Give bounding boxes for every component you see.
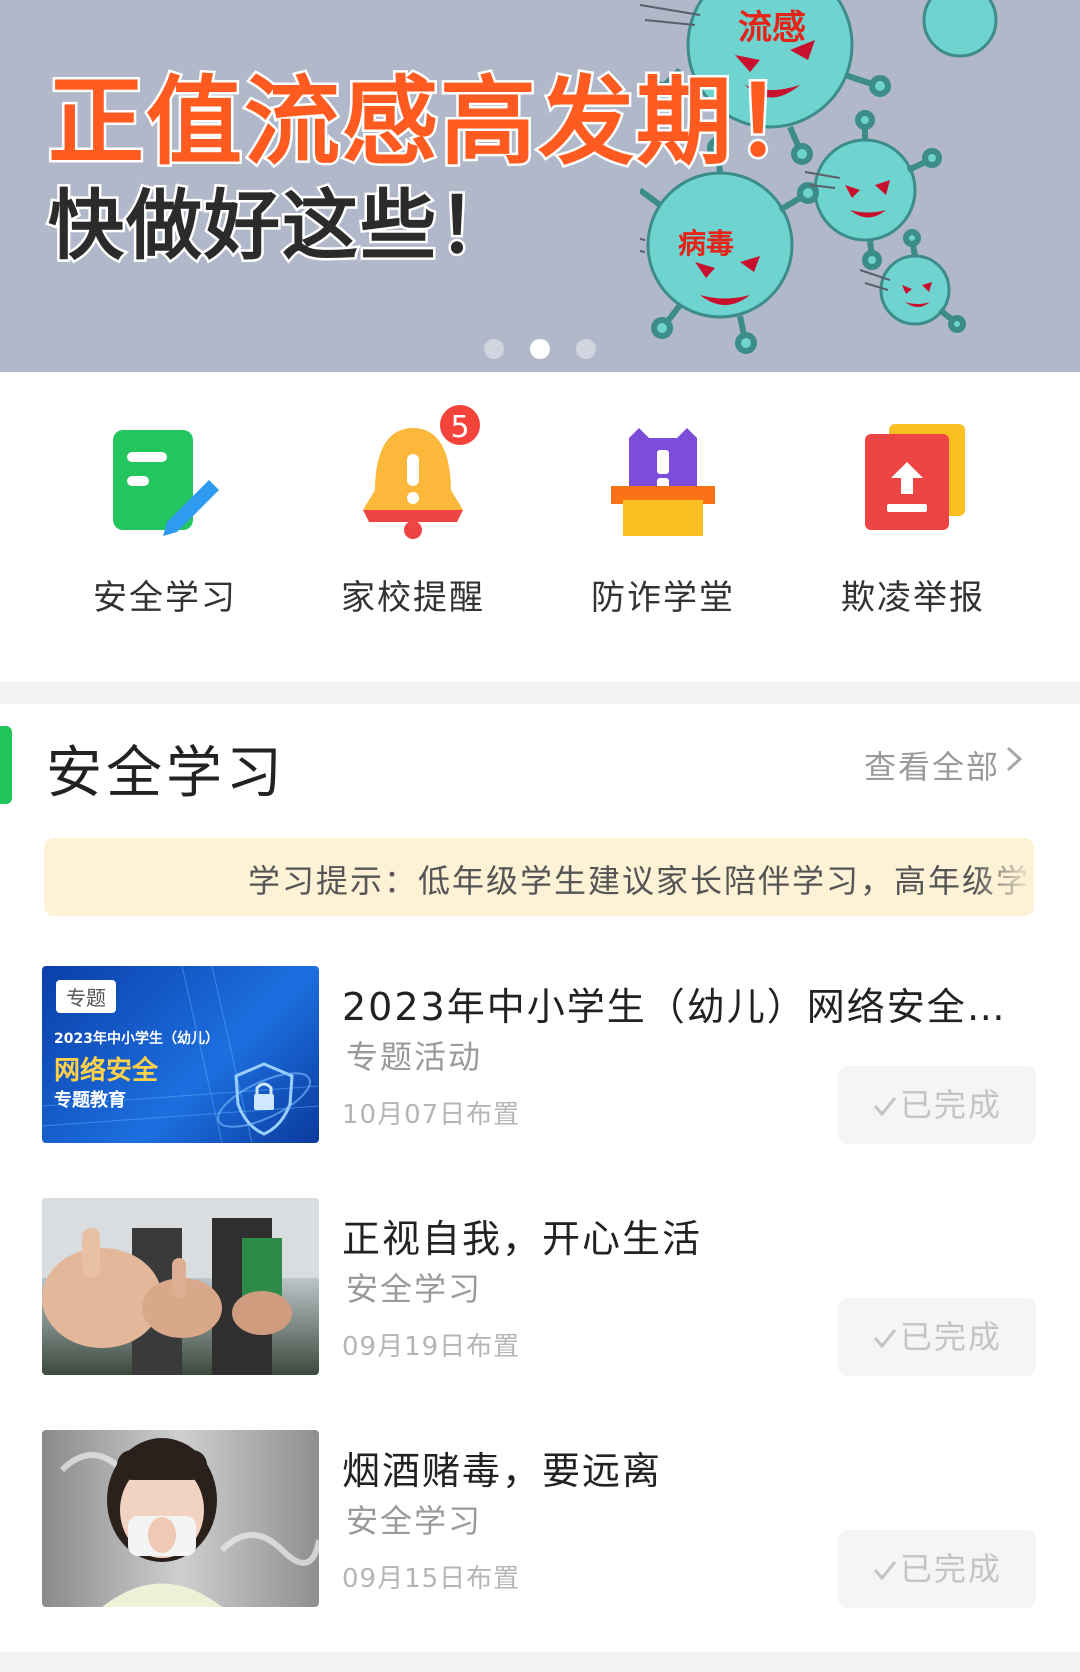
banner-title: 正值流感高发期！ xyxy=(46,64,833,181)
study-tip-text: 学习提示：低年级学生建议家长陪伴学习，高年级学 xyxy=(248,862,1031,900)
item-title: 正视自我，开心生活 xyxy=(342,1217,703,1261)
thumb-line2: 网络安全 xyxy=(54,1056,159,1086)
item-date: 09月15日布置 xyxy=(342,1564,521,1594)
item-category: 专题活动 xyxy=(346,1038,483,1076)
item-thumbnail: 专题 2023年中小学生（幼儿） 网络安全 专题教育 xyxy=(42,966,319,1143)
banner-subtitle: 快做好这些！ xyxy=(46,179,517,273)
item-date: 09月19日布置 xyxy=(342,1332,521,1362)
item-category: 安全学习 xyxy=(346,1502,483,1540)
pager-dot[interactable] xyxy=(484,339,504,359)
item-thumbnail xyxy=(42,1430,319,1607)
list-item[interactable]: 专题 2023年中小学生（幼儿） 网络安全 专题教育 2023年中小学生（幼儿）… xyxy=(0,966,1080,1146)
quick-action-label: 安全学习 xyxy=(93,578,237,618)
item-title: 烟酒赌毒，要远离 xyxy=(342,1449,663,1493)
section-title: 安全学习 xyxy=(46,741,286,806)
bottom-divider xyxy=(0,1652,1080,1672)
promo-banner[interactable]: 流感 病毒 正值流感高发期！ 快做好这些！ xyxy=(0,0,1080,372)
chevron-right-icon[interactable] xyxy=(1002,744,1026,774)
quick-action-label: 欺凌举报 xyxy=(841,578,985,618)
completed-button[interactable]: 已完成 xyxy=(838,1298,1036,1376)
check-icon xyxy=(873,1561,897,1581)
note-pencil-icon xyxy=(113,430,219,536)
quick-action-home-school-reminder[interactable]: 5 家校提醒 xyxy=(288,402,538,619)
study-tip-banner: 学习提示：低年级学生建议家长陪伴学习，高年级学 xyxy=(44,838,1034,916)
item-title: 2023年中小学生（幼儿）网络安全专... xyxy=(342,985,1022,1029)
completed-button[interactable]: 已完成 xyxy=(838,1530,1036,1608)
quick-action-label: 家校提醒 xyxy=(341,578,485,618)
upload-report-icon xyxy=(865,424,965,530)
topic-tag: 专题 xyxy=(56,980,116,1013)
thumb-line1: 2023年中小学生（幼儿） xyxy=(54,1031,219,1047)
shield-box-icon xyxy=(611,428,715,536)
quick-action-anti-fraud[interactable]: 防诈学堂 xyxy=(538,410,788,619)
safety-study-section: 安全学习 查看全部 学习提示：低年级学生建议家长陪伴学习，高年级学 专题 202… xyxy=(0,704,1080,1652)
quick-action-bullying-report[interactable]: 欺凌举报 xyxy=(788,410,1038,619)
list-item[interactable]: 烟酒赌毒，要远离 安全学习 09月15日布置 已完成 xyxy=(0,1430,1080,1610)
check-icon xyxy=(873,1329,897,1349)
status-label: 已完成 xyxy=(899,1550,1002,1588)
item-date: 10月07日布置 xyxy=(342,1100,521,1130)
item-category: 安全学习 xyxy=(346,1270,483,1308)
list-item[interactable]: 正视自我，开心生活 安全学习 09月19日布置 已完成 xyxy=(0,1198,1080,1378)
thumb-line3: 专题教育 xyxy=(54,1090,126,1111)
thumbs-up-photo-icon xyxy=(42,1198,319,1375)
virus-label-flu: 流感 xyxy=(738,8,806,48)
status-label: 已完成 xyxy=(899,1318,1002,1356)
quick-action-safety-study[interactable]: 安全学习 xyxy=(40,410,290,619)
quick-action-label: 防诈学堂 xyxy=(591,578,735,618)
check-icon xyxy=(873,1097,897,1117)
item-thumbnail xyxy=(42,1198,319,1375)
completed-button[interactable]: 已完成 xyxy=(838,1066,1036,1144)
pager-dot[interactable] xyxy=(576,339,596,359)
view-all-link[interactable]: 查看全部 xyxy=(864,742,1000,788)
pager-dot-active[interactable] xyxy=(530,339,550,359)
quick-actions: 安全学习 5 家校提醒 防诈学堂 欺凌举报 xyxy=(0,372,1080,682)
virus-label-virus: 病毒 xyxy=(678,227,735,260)
status-label: 已完成 xyxy=(899,1086,1002,1124)
banner-pager[interactable] xyxy=(0,339,1080,359)
notification-badge: 5 xyxy=(437,402,483,448)
section-accent-bar xyxy=(0,726,12,804)
child-mask-photo-icon xyxy=(59,1438,319,1607)
